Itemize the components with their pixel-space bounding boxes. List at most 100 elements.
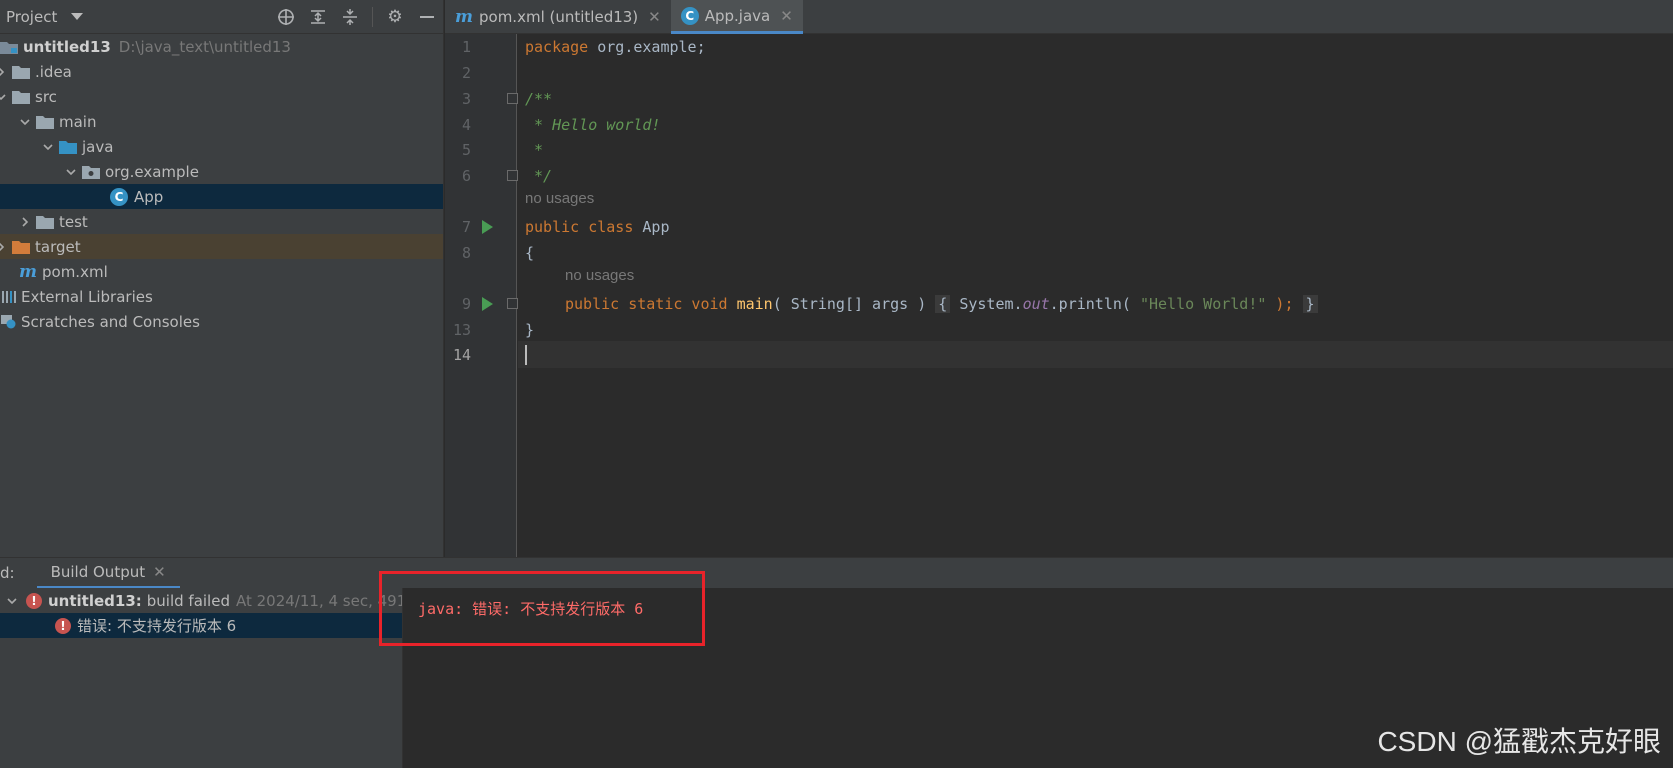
chevron-right-icon[interactable] — [0, 238, 10, 256]
chevron-down-icon[interactable] — [71, 13, 84, 20]
tree-item-label: External Libraries — [21, 287, 153, 306]
tree-item-label: test — [59, 212, 88, 231]
tree-item-main[interactable]: main — [0, 109, 443, 134]
comment: * — [525, 140, 544, 159]
tree-item-pom[interactable]: m pom.xml — [0, 259, 443, 284]
comment: * Hello world! — [525, 115, 661, 134]
close-icon[interactable]: ✕ — [780, 7, 793, 25]
code-line: 3 /** — [445, 85, 1673, 112]
fold-icon[interactable] — [507, 93, 518, 104]
string-literal: "Hello World!" — [1139, 294, 1267, 313]
current-line — [518, 341, 1673, 368]
gear-icon[interactable]: ⚙ — [385, 7, 405, 27]
code-text: public class App — [525, 218, 670, 236]
comment: */ — [525, 166, 553, 185]
tab-build-output[interactable]: Build Output ✕ — [36, 558, 180, 589]
build-error-row[interactable]: ! 错误: 不支持发行版本 6 — [0, 613, 402, 638]
line-number: 6 — [461, 166, 471, 185]
tree-item-label: Scratches and Consoles — [21, 312, 200, 331]
line-number: 7 — [461, 217, 471, 236]
folder-icon — [36, 115, 54, 129]
collapse-all-icon[interactable] — [340, 7, 360, 27]
tree-item-java[interactable]: java — [0, 134, 443, 159]
project-view-selector[interactable]: Project — [6, 8, 57, 26]
code-text: { — [525, 243, 535, 262]
code-text: } — [525, 320, 535, 339]
code-line: 2 — [445, 59, 1673, 86]
code-line: 5 * — [445, 136, 1673, 163]
fold-icon[interactable] — [507, 170, 518, 181]
inlay-hint-line: no usages — [445, 264, 1673, 286]
code-token: .println( — [1049, 294, 1140, 313]
scratches-icon — [0, 314, 16, 329]
chevron-down-icon[interactable] — [39, 138, 57, 156]
package-icon — [82, 165, 100, 179]
line-number: 2 — [461, 63, 471, 82]
code-line: 13 } — [445, 316, 1673, 343]
project-panel: Project ⚙ untitled13 D:\java_text\untitl… — [0, 0, 444, 557]
tab-app-java[interactable]: C App.java ✕ — [670, 0, 803, 34]
watermark: CSDN @猛戳杰克好眼 — [1377, 726, 1661, 757]
tree-item-target[interactable]: target — [0, 234, 443, 259]
build-project-name: untitled13: — [48, 591, 142, 610]
panel-toolbar: ⚙ — [276, 7, 437, 27]
libraries-icon — [0, 290, 16, 304]
tree-item-external-libraries[interactable]: External Libraries — [0, 284, 443, 309]
code-token: org.example; — [588, 37, 706, 56]
usages-hint[interactable]: no usages — [525, 190, 594, 207]
chevron-right-icon[interactable] — [0, 63, 10, 81]
tree-item-test[interactable]: test — [0, 209, 443, 234]
line-number: 8 — [461, 243, 471, 262]
line-number: 13 — [452, 320, 471, 339]
folded-brace[interactable]: { — [935, 294, 951, 313]
code-line: 14 — [445, 341, 517, 368]
maven-icon: m — [455, 7, 473, 27]
minimize-icon[interactable] — [417, 7, 437, 27]
editor-tab-bar: m pom.xml (untitled13) ✕ C App.java ✕ — [445, 0, 1673, 34]
code-line: 7 public class App — [445, 213, 1673, 240]
line-number: 9 — [461, 294, 471, 313]
project-tree: untitled13 D:\java_text\untitled13 .idea… — [0, 34, 443, 334]
line-number: 4 — [461, 115, 471, 134]
usages-hint[interactable]: no usages — [565, 267, 634, 284]
build-error-message: 错误: 不支持发行版本 6 — [77, 617, 237, 635]
tree-item-app[interactable]: C App — [0, 184, 443, 209]
chevron-down-icon[interactable] — [16, 113, 34, 131]
build-status: build failed — [146, 591, 230, 610]
tree-item-org-example[interactable]: org.example — [0, 159, 443, 184]
locate-icon[interactable] — [276, 7, 296, 27]
chevron-right-icon[interactable] — [16, 213, 34, 231]
close-icon[interactable]: ✕ — [648, 8, 661, 26]
chevron-down-icon[interactable] — [0, 88, 10, 106]
chevron-down-icon[interactable] — [62, 163, 80, 181]
chevron-down-icon[interactable] — [6, 592, 18, 610]
build-meta: At 2024/11, 4 sec, 491 ms — [235, 591, 402, 610]
tree-item-scratches[interactable]: Scratches and Consoles — [0, 309, 443, 334]
build-tool-bar: d: Build Output ✕ — [0, 557, 1673, 589]
method-name: main — [736, 294, 773, 313]
run-icon[interactable] — [482, 296, 493, 311]
run-icon[interactable] — [482, 219, 493, 234]
build-tree: ! untitled13: build failed At 2024/11, 4… — [0, 588, 403, 768]
code-token: System. — [950, 294, 1023, 313]
close-icon[interactable]: ✕ — [153, 563, 166, 581]
folded-brace[interactable]: } — [1302, 294, 1318, 313]
tree-item-src[interactable]: src — [0, 84, 443, 109]
code-editor[interactable]: 1 package org.example; 2 3 /** 4 * Hello… — [445, 34, 1673, 557]
project-header: Project ⚙ — [0, 0, 443, 34]
tab-pom-xml[interactable]: m pom.xml (untitled13) ✕ — [445, 0, 671, 34]
tree-item-idea[interactable]: .idea — [0, 59, 443, 84]
keyword: public class — [525, 217, 634, 236]
expand-all-icon[interactable] — [308, 7, 328, 27]
code-line: 8 { — [445, 239, 1673, 266]
text-caret — [525, 344, 527, 365]
tree-item-untitled13[interactable]: untitled13 D:\java_text\untitled13 — [0, 34, 443, 59]
tab-label: pom.xml (untitled13) — [479, 8, 639, 26]
module-folder-icon — [0, 40, 18, 54]
static-field: out — [1022, 294, 1050, 313]
build-result-row[interactable]: ! untitled13: build failed At 2024/11, 4… — [0, 588, 402, 613]
comment: /** — [525, 89, 553, 108]
tree-item-label: untitled13 — [23, 37, 111, 56]
fold-icon[interactable] — [507, 298, 518, 309]
code-line: 6 */ — [445, 162, 1673, 189]
